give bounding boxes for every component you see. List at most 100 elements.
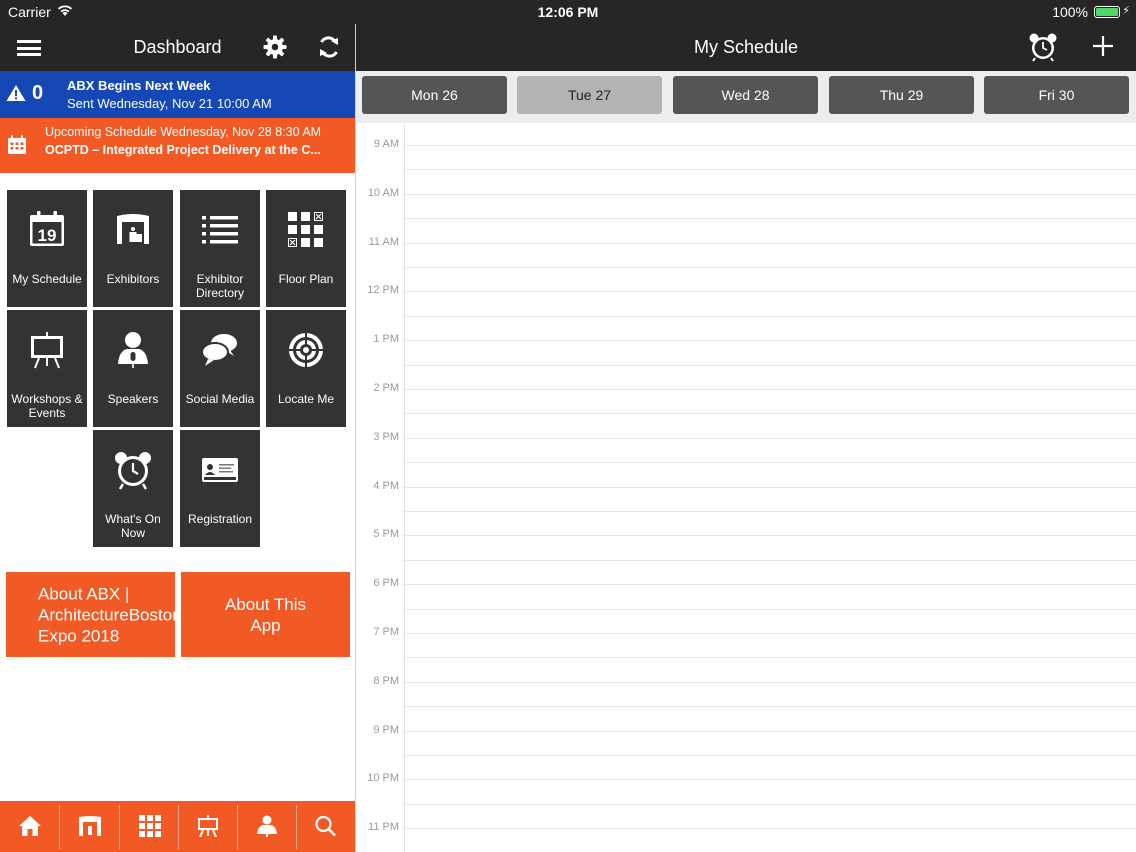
tile-workshops-events[interactable]: Workshops & Events [7,310,87,427]
easel-icon [198,815,218,837]
alarm-clock-icon[interactable] [1028,32,1058,62]
tile-floor-plan[interactable]: Floor Plan [266,190,346,307]
hour-label: 12 PM [367,284,399,296]
upcoming-schedule-banner[interactable]: Upcoming Schedule Wednesday, Nov 28 8:30… [0,118,355,173]
day-selector: Mon 26 Tue 27 Wed 28 Thu 29 Fri 30 [356,71,1136,123]
tile-label: Locate Me [277,392,335,406]
day-mon-26[interactable]: Mon 26 [362,76,507,114]
about-abx-label: About ABX | ArchitectureBoston Expo 2018 [38,584,175,645]
add-icon[interactable] [1091,32,1115,60]
day-wed-28[interactable]: Wed 28 [673,76,818,114]
alarm-clock-icon [115,452,151,490]
hour-label: 10 PM [367,772,399,784]
easel-icon [31,332,63,369]
clock-time: 12:06 PM [537,4,599,20]
speaker-icon [257,815,277,837]
battery-icon [1094,6,1120,18]
tile-label: My Schedule [12,272,82,286]
grid-line [404,218,1136,219]
grid-line [404,389,1136,390]
hour-label: 8 PM [373,675,399,687]
announcement-title: ABX Begins Next Week [67,78,211,93]
hour-label: 9 AM [373,138,399,150]
grid-line [404,779,1136,780]
schedule-title: My Schedule [693,37,799,57]
tile-label: Exhibitors [106,272,160,286]
tile-my-schedule[interactable]: 19 My Schedule [7,190,87,307]
calendar-icon [8,135,26,154]
app-root: Carrier 12:06 PM 100% ⚡ Dashboard My Sch… [0,0,1136,852]
grid-line [404,267,1136,268]
exhibitor-booth-icon [117,214,149,244]
tile-label: Registration [187,512,253,526]
tile-label: What's On Now [105,512,161,540]
page-title: Dashboard [133,37,222,57]
upcoming-session-title: OCPTD – Integrated Project Delivery at t… [45,143,321,157]
grid-line [404,291,1136,292]
home-icon [19,816,41,836]
hour-label: 11 PM [368,821,399,833]
grid-line [404,682,1136,683]
grid-line [404,706,1136,707]
tab-home[interactable] [0,801,59,852]
grid-line [404,511,1136,512]
charging-icon: ⚡ [1122,5,1130,17]
day-thu-29[interactable]: Thu 29 [829,76,974,114]
grid-line [404,560,1136,561]
alert-count: 0 [32,82,44,104]
tile-registration[interactable]: Registration [180,430,260,547]
grid-line [404,731,1136,732]
hour-label: 3 PM [373,431,399,443]
grid-line [404,535,1136,536]
bottom-tab-bar [0,801,355,852]
grid-line [404,487,1136,488]
hour-label: 6 PM [373,577,399,589]
schedule-grid[interactable]: 9 AM 10 AM 11 AM 12 PM 1 PM 2 PM 3 PM 4 PM 5 PM 6… [356,123,1136,852]
tab-exhibitors[interactable] [60,801,119,852]
day-fri-30[interactable]: Fri 30 [984,76,1129,114]
hour-label: 1 PM [373,333,399,345]
tab-speakers[interactable] [237,801,296,852]
about-abx-button[interactable]: About ABX | ArchitectureBoston Expo 2018 [6,572,175,657]
list-icon [202,216,238,244]
calendar-day: 19 [38,226,57,245]
tile-locate-me[interactable]: Locate Me [266,310,346,427]
search-icon [315,815,336,837]
hour-label: 11 AM [368,236,399,248]
day-tue-27[interactable]: Tue 27 [517,76,662,114]
announcement-banner[interactable]: 0 ABX Begins Next Week Sent Wednesday, N… [0,71,355,118]
tile-exhibitors[interactable]: Exhibitors [93,190,173,307]
tile-social-media[interactable]: Social Media [180,310,260,427]
hour-label: 9 PM [373,724,399,736]
tile-label: Speakers [107,392,159,406]
upcoming-schedule-time: Upcoming Schedule Wednesday, Nov 28 8:30… [45,125,322,139]
floor-plan-icon [288,212,323,247]
speaker-icon [118,332,148,368]
about-app-button[interactable]: About This App [181,572,350,657]
status-bar: Carrier 12:06 PM 100% ⚡ [0,0,1136,24]
grid-line [404,584,1136,585]
grid-line [404,755,1136,756]
hour-label: 4 PM [373,480,399,492]
tab-workshops[interactable] [178,801,237,852]
grid-line [404,657,1136,658]
refresh-icon[interactable] [317,34,341,60]
tile-label: Social Media [185,392,255,406]
tab-search[interactable] [296,801,355,852]
tab-floor-plan[interactable] [120,801,179,852]
gear-icon[interactable] [262,34,288,60]
tile-speakers[interactable]: Speakers [93,310,173,427]
grid-line [404,316,1136,317]
grid-line [404,243,1136,244]
tile-label: Exhibitor Directory [195,272,244,300]
grid-line [404,828,1136,829]
floor-plan-icon [139,815,161,837]
grid-line [404,340,1136,341]
grid-line [404,804,1136,805]
tile-exhibitor-directory[interactable]: Exhibitor Directory [180,190,260,307]
warning-icon [6,85,26,101]
grid-line [404,438,1136,439]
tile-whats-on-now[interactable]: What's On Now [93,430,173,547]
grid-line [404,194,1136,195]
grid-line [404,365,1136,366]
